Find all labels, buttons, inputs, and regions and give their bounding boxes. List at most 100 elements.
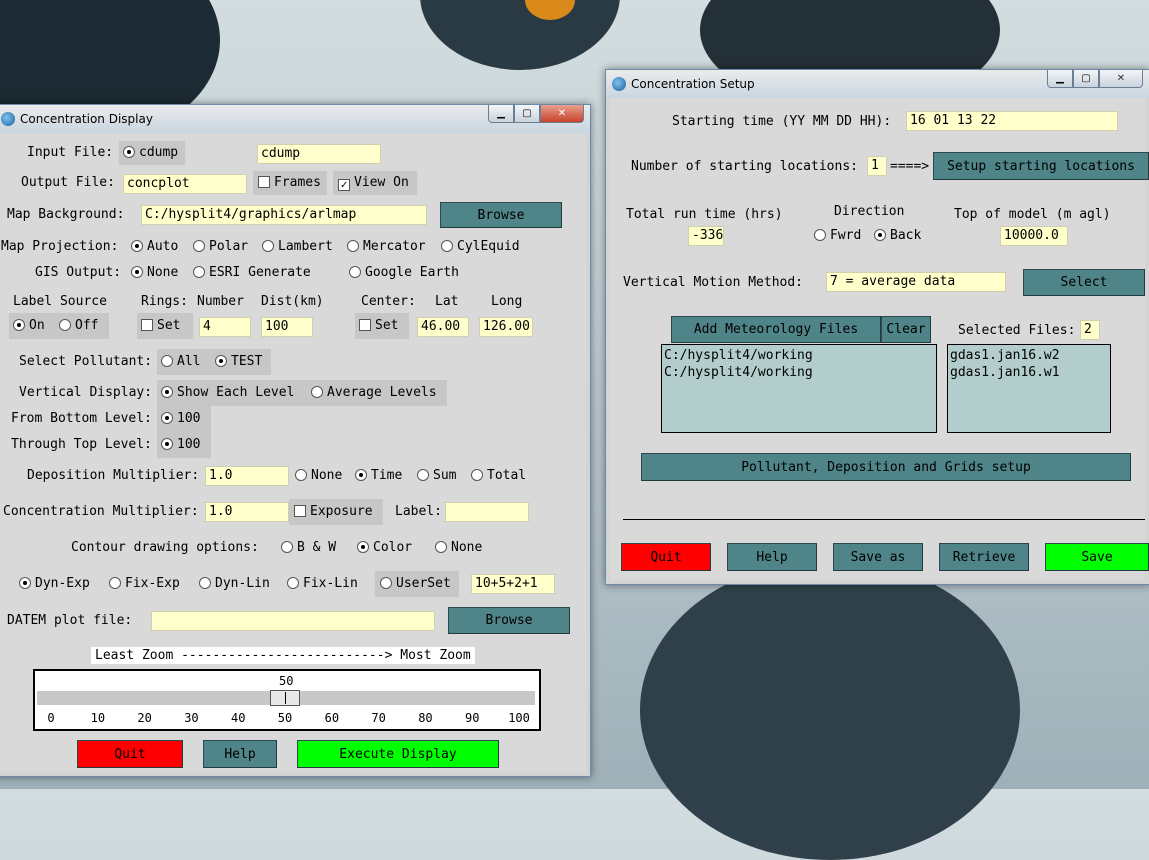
- userset-field[interactable]: 10+5+2+1: [471, 574, 555, 594]
- starting-time-field[interactable]: 16 01 13 22: [906, 111, 1118, 131]
- exposure-checkbox[interactable]: Exposure: [294, 504, 373, 519]
- list-item[interactable]: gdas1.jan16.w1: [950, 364, 1108, 381]
- setup-titlebar: Concentration Setup ▁ ▢ ✕: [606, 70, 1149, 98]
- list-item[interactable]: C:/hysplit4/working: [664, 347, 934, 364]
- setup-minimize-button[interactable]: ▁: [1047, 70, 1073, 88]
- pollutant-test-radio[interactable]: TEST: [215, 354, 262, 369]
- concentration-field[interactable]: 1.0: [205, 502, 289, 522]
- output-file-label: Output File:: [21, 175, 115, 190]
- gis-google-radio[interactable]: Google Earth: [349, 265, 459, 280]
- clear-button[interactable]: Clear: [881, 316, 931, 343]
- rings-set-checkbox[interactable]: Set: [141, 318, 180, 333]
- datem-field[interactable]: [151, 611, 435, 631]
- save-button[interactable]: Save: [1045, 543, 1149, 571]
- pollutant-all-radio[interactable]: All: [161, 354, 200, 369]
- maximize-button[interactable]: ▢: [514, 105, 540, 123]
- dyn-exp-radio[interactable]: Dyn-Exp: [19, 576, 90, 591]
- proj-cylequid-radio[interactable]: CylEquid: [441, 239, 520, 254]
- dyn-lin-radio[interactable]: Dyn-Lin: [199, 576, 270, 591]
- center-set-checkbox[interactable]: Set: [359, 318, 398, 333]
- fwrd-radio-icon: [814, 229, 826, 241]
- selected-files-field[interactable]: 2: [1080, 320, 1100, 340]
- met-directory-list[interactable]: C:/hysplit4/working C:/hysplit4/working: [661, 344, 937, 433]
- map-browse-button[interactable]: Browse: [440, 202, 562, 228]
- setup-help-button[interactable]: Help: [727, 543, 817, 571]
- gis-none-label: None: [147, 265, 179, 280]
- view-on-checkbox[interactable]: ✓ View On: [338, 175, 409, 191]
- contour-bw-radio[interactable]: B & W: [281, 540, 336, 555]
- zoom-slider-thumb[interactable]: [270, 690, 300, 706]
- frames-checkbox[interactable]: Frames: [258, 175, 321, 190]
- zoom-tick-label: 90: [465, 711, 480, 725]
- dep-time-radio[interactable]: Time: [355, 468, 402, 483]
- vertical-motion-select-button[interactable]: Select: [1023, 269, 1145, 296]
- userset-radio[interactable]: UserSet: [380, 576, 451, 591]
- label-off-radio[interactable]: Off: [59, 318, 98, 333]
- label-on-radio[interactable]: On: [13, 318, 45, 333]
- setup-close-button[interactable]: ✕: [1099, 70, 1143, 88]
- pollutant-setup-button[interactable]: Pollutant, Deposition and Grids setup: [641, 453, 1131, 481]
- display-help-button[interactable]: Help: [203, 740, 277, 768]
- proj-mercator-radio[interactable]: Mercator: [347, 239, 426, 254]
- gis-esri-radio[interactable]: ESRI Generate: [193, 265, 311, 280]
- center-label: Center:: [361, 294, 416, 309]
- map-background-field[interactable]: C:/hysplit4/graphics/arlmap: [141, 205, 427, 225]
- center-long-field[interactable]: 126.00: [479, 317, 533, 337]
- execute-display-button[interactable]: Execute Display: [297, 740, 499, 768]
- rings-dist-field[interactable]: 100: [261, 317, 313, 337]
- setup-globe-icon: [612, 77, 626, 91]
- dep-total-radio[interactable]: Total: [471, 468, 526, 483]
- dep-none-radio-icon: [295, 469, 307, 481]
- proj-lambert-radio[interactable]: Lambert: [262, 239, 333, 254]
- proj-polar-radio[interactable]: Polar: [193, 239, 248, 254]
- setup-locations-button[interactable]: Setup starting locations: [933, 152, 1149, 180]
- zoom-tick-label: 60: [324, 711, 340, 725]
- dep-time-radio-icon: [355, 469, 367, 481]
- rings-number-field[interactable]: 4: [199, 317, 251, 337]
- dep-sum-radio[interactable]: Sum: [417, 468, 456, 483]
- fwrd-radio[interactable]: Fwrd: [814, 228, 861, 243]
- gis-none-radio-icon: [131, 266, 143, 278]
- dyn-lin-radio-icon: [199, 577, 211, 589]
- fix-exp-radio[interactable]: Fix-Exp: [109, 576, 180, 591]
- save-as-button[interactable]: Save as: [833, 543, 923, 571]
- through-top-radio[interactable]: 100: [161, 437, 200, 452]
- met-files-list[interactable]: gdas1.jan16.w2 gdas1.jan16.w1: [947, 344, 1111, 433]
- from-bottom-radio[interactable]: 100: [161, 411, 200, 426]
- top-model-field[interactable]: 10000.0: [1000, 226, 1068, 246]
- zoom-tick-label: 20: [137, 711, 152, 725]
- setup-quit-button[interactable]: Quit: [621, 543, 711, 571]
- zoom-tick-label: 100: [508, 711, 530, 725]
- input-file-radio[interactable]: cdump: [123, 145, 178, 160]
- dep-none-radio[interactable]: None: [295, 468, 342, 483]
- proj-auto-radio[interactable]: Auto: [131, 239, 178, 254]
- back-radio[interactable]: Back: [874, 228, 921, 243]
- output-file-field[interactable]: concplot: [123, 174, 247, 194]
- setup-window-title: Concentration Setup: [631, 77, 755, 91]
- num-locations-field[interactable]: 1: [867, 156, 887, 176]
- input-file-field[interactable]: cdump: [257, 144, 381, 164]
- close-button[interactable]: ✕: [540, 105, 584, 123]
- average-levels-radio[interactable]: Average Levels: [311, 385, 437, 400]
- datem-browse-button[interactable]: Browse: [448, 607, 570, 634]
- label-field[interactable]: [445, 502, 529, 522]
- run-time-field[interactable]: -336: [688, 226, 724, 246]
- display-window-title: Concentration Display: [20, 112, 153, 126]
- add-meteorology-button[interactable]: Add Meteorology Files: [671, 316, 881, 343]
- center-lat-field[interactable]: 46.00: [417, 317, 469, 337]
- vertical-motion-field[interactable]: 7 = average data: [826, 272, 1006, 292]
- deposition-field[interactable]: 1.0: [205, 466, 289, 486]
- minimize-button[interactable]: ▁: [488, 105, 514, 123]
- show-each-level-radio[interactable]: Show Each Level: [161, 385, 294, 400]
- retrieve-button[interactable]: Retrieve: [939, 543, 1029, 571]
- map-projection-label: Map Projection:: [1, 239, 119, 254]
- contour-none-radio[interactable]: None: [435, 540, 482, 555]
- fix-lin-radio[interactable]: Fix-Lin: [287, 576, 358, 591]
- display-quit-button[interactable]: Quit: [77, 740, 183, 768]
- gis-none-radio[interactable]: None: [131, 265, 178, 280]
- setup-maximize-button[interactable]: ▢: [1073, 70, 1099, 88]
- list-item[interactable]: C:/hysplit4/working: [664, 364, 934, 381]
- contour-color-radio[interactable]: Color: [357, 540, 412, 555]
- contour-label: Contour drawing options:: [71, 540, 259, 555]
- list-item[interactable]: gdas1.jan16.w2: [950, 347, 1108, 364]
